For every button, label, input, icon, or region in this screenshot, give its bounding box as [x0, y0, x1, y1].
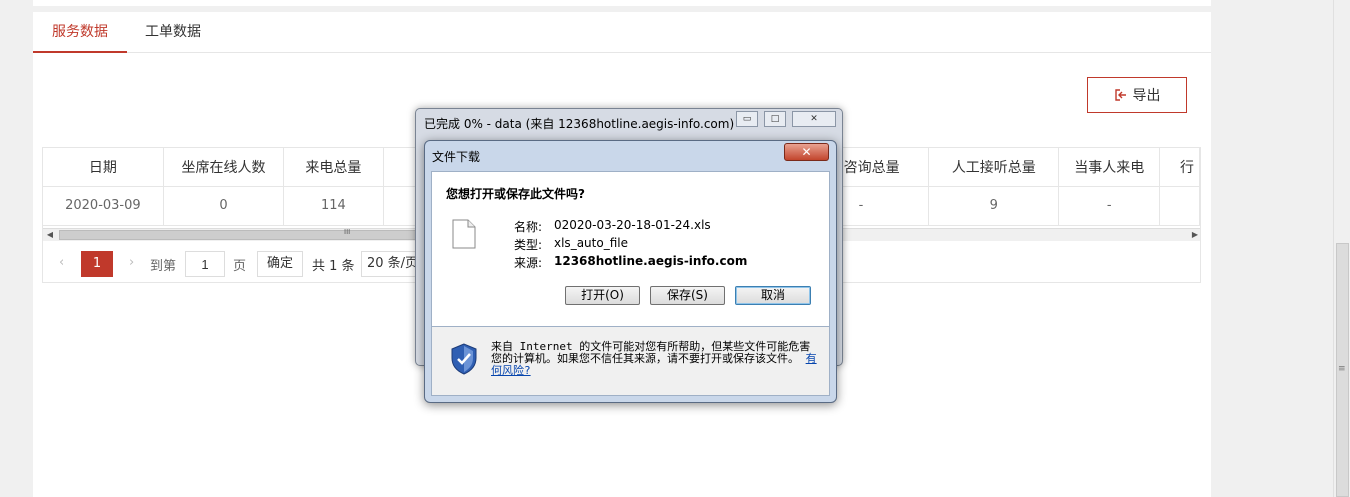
col-header-truncated: 行: [1159, 148, 1200, 187]
maximize-icon[interactable]: □: [764, 111, 786, 127]
type-value: xls_auto_file: [554, 236, 628, 250]
tab-bar: 服务数据 工单数据: [33, 12, 1211, 53]
warning-text-block: 来自 Internet 的文件可能对您有所帮助，但某些文件可能危害您的计算机。如…: [491, 341, 821, 377]
cell-total-calls: 114: [283, 186, 384, 226]
dialog-body: 您想打开或保存此文件吗? 名称: 02020-03-20-18-01-24.xl…: [431, 171, 830, 327]
cell-online-agents: 0: [163, 186, 285, 226]
cell-manual-answer: 9: [928, 186, 1060, 226]
goto-page-input[interactable]: [185, 251, 225, 277]
dialog-title: 文件下载: [432, 150, 481, 164]
shield-icon: [451, 343, 477, 375]
type-label: 类型:: [514, 238, 543, 252]
warning-text: 来自 Internet 的文件可能对您有所帮助，但某些文件可能危害您的计算机。如…: [491, 340, 811, 365]
next-page-button[interactable]: ›: [129, 255, 134, 270]
cell-truncated: [1159, 186, 1200, 226]
scroll-right-icon[interactable]: ▶: [1188, 229, 1200, 241]
name-label: 名称:: [514, 220, 543, 234]
page-unit-label: 页: [233, 259, 247, 274]
goto-confirm-button[interactable]: 确定: [257, 251, 303, 277]
cell-assisted-consult: -: [829, 186, 930, 226]
tab-service-data[interactable]: 服务数据: [33, 12, 127, 53]
prev-page-button[interactable]: ‹: [59, 255, 64, 270]
grip-icon: ≡: [1338, 364, 1346, 374]
export-button[interactable]: 导出: [1087, 77, 1187, 113]
dialog-close-icon[interactable]: ✕: [784, 143, 829, 161]
minimize-icon[interactable]: ▭: [736, 111, 758, 127]
cell-date: 2020-03-09: [43, 186, 164, 226]
tab-ticket-data[interactable]: 工单数据: [145, 12, 201, 53]
page-size-select[interactable]: 20 条/页: [361, 251, 421, 277]
scroll-left-icon[interactable]: ◀: [43, 229, 57, 241]
col-header-date: 日期: [43, 148, 164, 187]
total-count: 共 1 条: [312, 259, 355, 274]
col-header-party-calls: 当事人来电: [1058, 148, 1160, 187]
open-button[interactable]: 打开(O): [565, 286, 640, 305]
source-value: 12368hotline.aegis-info.com: [554, 254, 748, 268]
grip-icon: III: [344, 228, 351, 236]
save-button[interactable]: 保存(S): [650, 286, 725, 305]
name-value: 02020-03-20-18-01-24.xls: [554, 218, 711, 232]
col-header-assisted-consult: 助咨询总量: [829, 148, 930, 187]
source-label: 来源:: [514, 256, 543, 270]
current-page-button[interactable]: 1: [81, 251, 113, 277]
cancel-button[interactable]: 取消: [735, 286, 811, 305]
close-icon[interactable]: ✕: [792, 111, 836, 127]
col-header-total-calls: 来电总量: [283, 148, 384, 187]
security-warning: 来自 Internet 的文件可能对您有所帮助，但某些文件可能危害您的计算机。如…: [431, 327, 830, 396]
col-header-manual-answer: 人工接听总量: [928, 148, 1060, 187]
dialog-question: 您想打开或保存此文件吗?: [446, 187, 585, 201]
file-icon: [452, 219, 476, 249]
export-icon: [1114, 89, 1126, 101]
goto-label: 到第: [150, 259, 177, 274]
cell-party-calls: -: [1058, 186, 1160, 226]
file-download-dialog: 文件下载 ✕ 您想打开或保存此文件吗? 名称: 02020-03-20-18-0…: [424, 140, 837, 403]
progress-window-title: 已完成 0% - data (来自 12368hotline.aegis-inf…: [424, 117, 735, 131]
col-header-online-agents: 坐席在线人数: [163, 148, 285, 187]
top-strip: [33, 0, 1211, 6]
export-label: 导出: [1132, 88, 1161, 104]
page-scrollbar[interactable]: ≡: [1333, 0, 1350, 497]
